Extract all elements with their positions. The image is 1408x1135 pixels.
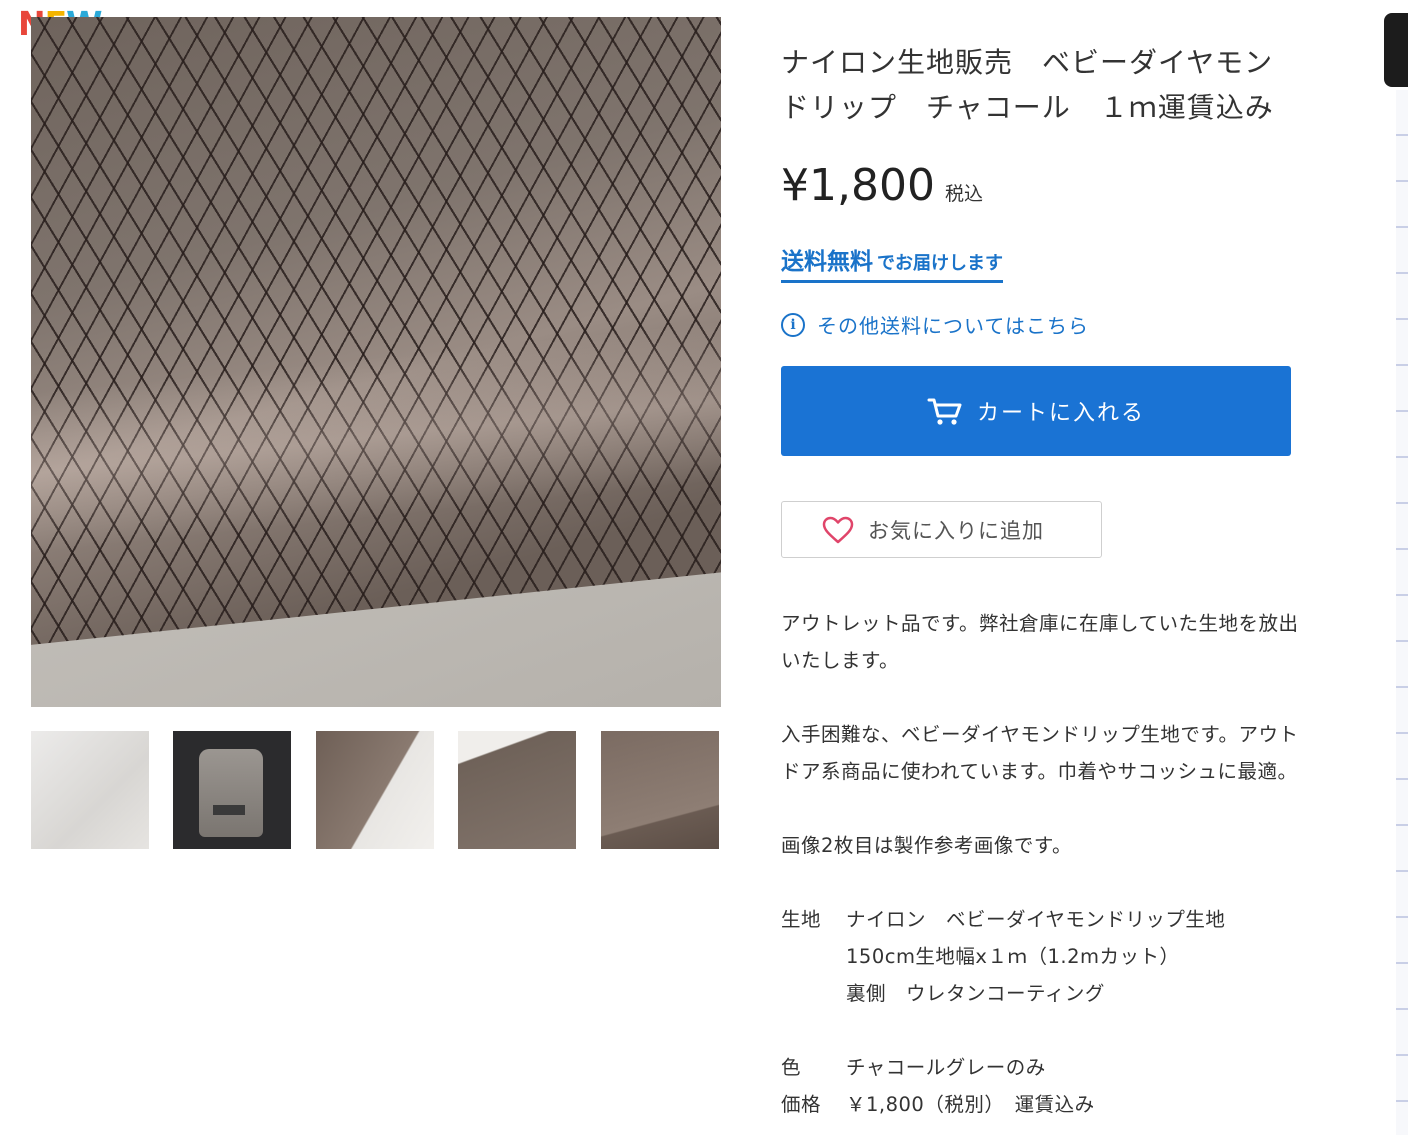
spec-key: 生地 <box>781 908 822 931</box>
spec-row-fabric: 生地 ナイロン ベビーダイヤモンドリップ生地 150cm生地幅x１ｍ（1.2mカ… <box>781 901 1351 1012</box>
side-notebook-rail <box>1396 90 1408 1135</box>
free-shipping-banner: 送料無料 でお届けします <box>781 242 1003 283</box>
drawstring-bag <box>199 749 263 837</box>
spec-value: チャコールグレーのみ <box>846 1056 1046 1079</box>
description-line: アウトレット品です。弊社倉庫に在庫していた生地を放出 <box>781 612 1299 635</box>
heart-icon <box>822 516 854 543</box>
free-shipping-note: でお届けします <box>877 253 1003 274</box>
free-shipping-label: 送料無料 <box>781 249 873 275</box>
description-line: ドア系商品に使われています。巾着やサコッシュに最適。 <box>781 760 1298 783</box>
add-to-cart-label: カートに入れる <box>976 401 1145 426</box>
bag-label <box>213 805 245 815</box>
other-shipping-link[interactable]: i その他送料についてはこちら <box>781 310 1089 339</box>
thumbnail-4[interactable] <box>458 731 576 849</box>
add-to-favorites-button[interactable]: お気に入りに追加 <box>781 501 1102 558</box>
thumbnail-2[interactable] <box>173 731 291 849</box>
tax-label: 税込 <box>944 183 983 205</box>
spec-value: 150cm生地幅x１ｍ（1.2mカット） <box>846 945 1180 968</box>
spec-row-price: 価格 ￥1,800（税別） 運賃込み <box>781 1086 1351 1123</box>
description-line: 入手困難な、ベビーダイヤモンドリップ生地です。アウト <box>781 723 1299 746</box>
thumbnail-3[interactable] <box>316 731 434 849</box>
cart-icon <box>927 398 962 425</box>
product-title-line-1: ナイロン生地販売 ベビーダイヤモン <box>781 46 1274 79</box>
product-title: ナイロン生地販売 ベビーダイヤモン ドリップ チャコール １ｍ運賃込み <box>781 40 1351 130</box>
thumbnail-1[interactable] <box>31 731 149 849</box>
product-title-line-2: ドリップ チャコール １ｍ運賃込み <box>781 91 1274 124</box>
description-line: 画像2枚目は製作参考画像です。 <box>781 834 1072 857</box>
info-icon: i <box>781 312 805 337</box>
side-panel-tab[interactable] <box>1384 13 1408 87</box>
product-info: ナイロン生地販売 ベビーダイヤモン ドリップ チャコール １ｍ運賃込み ¥1,8… <box>781 40 1351 1116</box>
spec-value: 裏側 ウレタンコーティング <box>846 982 1105 1005</box>
spec-key: 価格 <box>781 1093 822 1116</box>
spec-value: ナイロン ベビーダイヤモンドリップ生地 <box>846 908 1226 931</box>
add-to-favorites-label: お気に入りに追加 <box>868 518 1044 543</box>
other-shipping-text: その他送料についてはこちら <box>817 314 1089 338</box>
price: ¥1,800 <box>781 160 935 211</box>
product-description: アウトレット品です。弊社倉庫に在庫していた生地を放出 いたします。 入手困難な、… <box>781 605 1351 1123</box>
main-product-image[interactable] <box>31 17 721 707</box>
price-row: ¥1,800 税込 <box>781 160 983 211</box>
description-line: いたします。 <box>781 649 900 672</box>
spec-key: 色 <box>781 1056 802 1079</box>
spec-row-color: 色 チャコールグレーのみ <box>781 1049 1351 1086</box>
spec-value: ￥1,800（税別） 運賃込み <box>846 1093 1095 1116</box>
thumbnail-5[interactable] <box>601 731 719 849</box>
add-to-cart-button[interactable]: カートに入れる <box>781 366 1291 456</box>
